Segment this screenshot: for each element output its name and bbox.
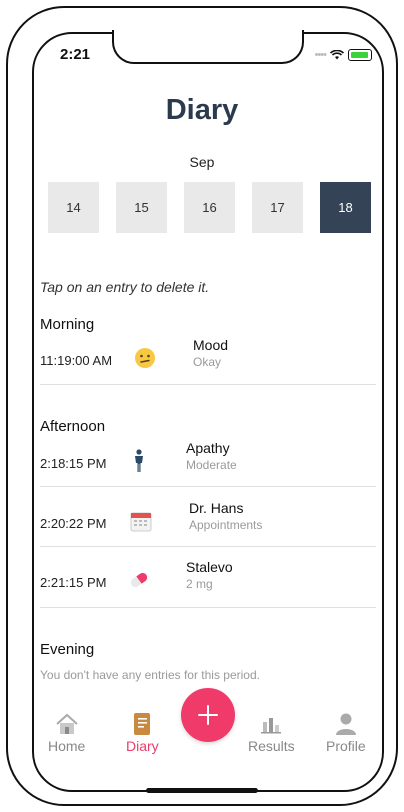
tab-profile[interactable]: Profile [326, 712, 366, 754]
status-icons: •••• [315, 49, 372, 61]
date-item[interactable]: 15 [116, 182, 167, 233]
entry-name: Stalevo [186, 559, 233, 575]
divider [40, 384, 376, 385]
entry-time: 2:21:15 PM [40, 575, 107, 590]
entry-name: Mood [193, 337, 229, 353]
tab-label: Profile [326, 738, 366, 754]
date-item[interactable]: 17 [252, 182, 303, 233]
tab-label: Home [48, 738, 86, 754]
entry-name: Dr. Hans [189, 500, 244, 516]
bar-chart-icon [259, 712, 283, 736]
divider [40, 546, 376, 547]
entry-detail: Moderate [186, 458, 237, 472]
diary-entry[interactable]: 11:19:00 AM Mood Okay [40, 331, 376, 389]
delete-hint: Tap on an entry to delete it. [40, 279, 210, 295]
date-selector: 14 15 16 17 18 [48, 182, 371, 233]
diary-entry[interactable]: 2:20:22 PM Dr. Hans Appointments [40, 494, 376, 552]
tab-home[interactable]: Home [48, 712, 85, 754]
notebook-icon [130, 712, 154, 736]
notch [112, 30, 304, 64]
tab-bar: Home Diary Results Profile [0, 712, 366, 760]
user-icon [334, 712, 358, 736]
tab-label: Diary [126, 738, 159, 754]
diary-entry[interactable]: 2:18:15 PM Apathy Moderate [40, 434, 376, 492]
date-item-selected[interactable]: 18 [320, 182, 371, 233]
entry-detail: Okay [193, 355, 222, 369]
add-entry-button[interactable] [181, 688, 235, 742]
date-item[interactable]: 14 [48, 182, 99, 233]
calendar-icon [128, 508, 154, 534]
entry-detail: Appointments [189, 518, 263, 532]
neutral-face-icon [132, 345, 158, 371]
date-item[interactable]: 16 [184, 182, 235, 233]
entry-detail: 2 mg [186, 577, 213, 591]
tab-results[interactable]: Results [248, 712, 295, 754]
signal-icon: •••• [314, 49, 327, 61]
entry-name: Apathy [186, 440, 230, 456]
divider [40, 607, 376, 608]
entry-time: 2:18:15 PM [40, 456, 107, 471]
tab-diary[interactable]: Diary [126, 712, 159, 754]
empty-message: You don't have any entries for this peri… [40, 668, 260, 682]
section-title-evening: Evening [40, 641, 95, 658]
section-title-afternoon: Afternoon [40, 418, 106, 435]
entry-time: 11:19:00 AM [40, 353, 113, 368]
battery-icon [348, 49, 372, 61]
month-label: Sep [189, 154, 215, 170]
standing-person-icon [126, 448, 152, 474]
tab-label: Results [248, 738, 295, 754]
divider [40, 486, 376, 487]
diary-entry[interactable]: 2:21:15 PM Stalevo 2 mg [40, 553, 376, 611]
entry-time: 2:20:22 PM [40, 516, 107, 531]
pill-icon [126, 567, 152, 593]
page-title: Diary [165, 94, 239, 126]
home-indicator [146, 788, 258, 793]
wifi-icon [330, 50, 344, 60]
status-time: 2:21 [60, 46, 91, 63]
plus-icon [198, 705, 218, 725]
house-icon [55, 712, 79, 736]
